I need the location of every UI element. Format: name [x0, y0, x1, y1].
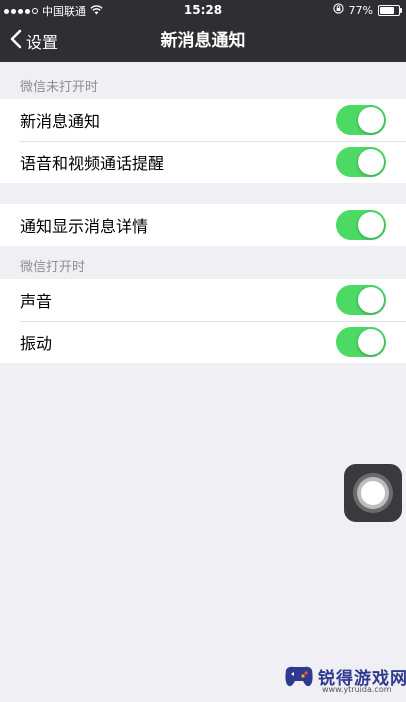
toggle-knob	[358, 212, 384, 238]
toggle-knob	[358, 329, 384, 355]
setting-label: 新消息通知	[20, 112, 101, 131]
setting-label: 通知显示消息详情	[20, 217, 149, 236]
show-details-toggle[interactable]	[336, 210, 386, 240]
status-bar: 中国联通 15:28 77%	[0, 0, 406, 20]
settings-group-details: 通知显示消息详情	[0, 204, 406, 246]
setting-row-call-reminder: 语音和视频通话提醒	[0, 141, 406, 183]
battery-icon	[378, 4, 402, 16]
toggle-knob	[358, 107, 384, 133]
watermark: 锐得游戏网 www.ytruida.com	[278, 654, 406, 702]
status-right: 77%	[332, 3, 402, 17]
page-title: 新消息通知	[160, 31, 246, 51]
watermark-url: www.ytruida.com	[322, 685, 392, 694]
setting-row-vibration: 振动	[0, 321, 406, 363]
gamepad-logo-icon	[282, 662, 316, 694]
settings-group-wechat-open: 声音 振动	[0, 279, 406, 363]
battery-percent: 77%	[348, 3, 373, 17]
assistive-touch-core	[361, 481, 385, 505]
setting-row-new-message: 新消息通知	[0, 99, 406, 141]
section-header-wechat-closed: 微信未打开时	[20, 80, 99, 95]
setting-row-sound: 声音	[0, 279, 406, 321]
navigation-bar: 设置 新消息通知	[0, 20, 406, 62]
battery-fill	[380, 6, 394, 14]
toggle-knob	[358, 287, 384, 313]
assistive-touch-button[interactable]	[344, 464, 402, 522]
section-header-wechat-open: 微信打开时	[20, 260, 86, 275]
setting-label: 振动	[20, 334, 53, 353]
new-message-toggle[interactable]	[336, 105, 386, 135]
setting-label: 语音和视频通话提醒	[20, 154, 165, 173]
vibration-toggle[interactable]	[336, 327, 386, 357]
setting-label: 声音	[20, 292, 53, 311]
toggle-knob	[358, 149, 384, 175]
call-reminder-toggle[interactable]	[336, 147, 386, 177]
settings-group-wechat-closed: 新消息通知 语音和视频通话提醒	[0, 99, 406, 183]
sound-toggle[interactable]	[336, 285, 386, 315]
orientation-lock-icon	[332, 3, 344, 17]
battery-cap	[400, 7, 402, 13]
setting-row-show-details: 通知显示消息详情	[0, 204, 406, 246]
